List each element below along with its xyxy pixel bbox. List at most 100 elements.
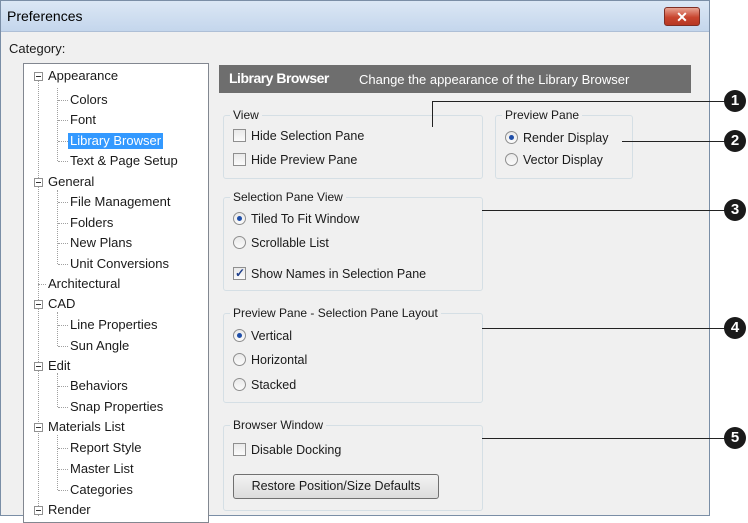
tree-connector (58, 202, 68, 203)
tree-item-line-properties[interactable]: Line Properties (70, 317, 157, 333)
category-tree[interactable]: Appearance Colors Font Library Browser T… (23, 63, 209, 523)
radio-unselected[interactable] (233, 378, 246, 391)
tree-item-architectural[interactable]: Architectural (48, 276, 120, 292)
tree-connector (58, 243, 68, 244)
preview-pane-group-label: Preview Pane (502, 108, 583, 122)
collapse-icon[interactable] (34, 178, 43, 187)
tree-connector (57, 435, 58, 490)
tree-item-font[interactable]: Font (70, 112, 96, 128)
restore-defaults-button[interactable]: Restore Position/Size Defaults (233, 474, 439, 499)
tree-item-appearance[interactable]: Appearance (48, 68, 118, 84)
radio-selected[interactable] (233, 329, 246, 342)
tree-connector (38, 284, 46, 285)
tree-item-materials-list[interactable]: Materials List (48, 419, 125, 435)
tree-item-new-plans[interactable]: New Plans (70, 235, 132, 251)
browser-window-label: Browser Window (230, 418, 327, 432)
tiled-radio[interactable]: Tiled To Fit Window (233, 211, 359, 227)
tree-item-file-management[interactable]: File Management (70, 194, 170, 210)
tree-item-text-page-setup[interactable]: Text & Page Setup (70, 153, 178, 169)
callout-line (482, 438, 728, 439)
tree-connector (58, 223, 68, 224)
collapse-icon[interactable] (34, 362, 43, 371)
tree-item-colors[interactable]: Colors (70, 92, 108, 108)
tree-item-library-browser[interactable]: Library Browser (68, 133, 164, 149)
callout-line (432, 101, 433, 127)
view-group-label: View (230, 108, 262, 122)
tree-item-behaviors[interactable]: Behaviors (70, 378, 128, 394)
close-button[interactable]: ✕ (664, 7, 700, 26)
radio-unselected[interactable] (233, 236, 246, 249)
vector-display-label: Vector Display (523, 153, 603, 167)
hide-preview-pane-checkbox[interactable]: Hide Preview Pane (233, 152, 357, 168)
title-bar[interactable]: Preferences ✕ (1, 1, 709, 32)
preview-pane-group: Preview Pane (495, 108, 633, 179)
collapse-icon[interactable] (34, 72, 43, 81)
checkbox-checked[interactable] (233, 265, 246, 281)
scrollable-list-radio[interactable]: Scrollable List (233, 235, 329, 251)
show-names-label: Show Names in Selection Pane (251, 267, 427, 281)
radio-unselected[interactable] (505, 153, 518, 166)
tree-connector (58, 490, 68, 491)
horizontal-radio[interactable]: Horizontal (233, 352, 307, 368)
tree-item-edit[interactable]: Edit (48, 358, 70, 374)
radio-selected[interactable] (233, 212, 246, 225)
disable-docking-checkbox[interactable]: Disable Docking (233, 442, 341, 458)
callout-1: 1 (724, 90, 746, 112)
tree-item-general[interactable]: General (48, 174, 94, 190)
tree-connector (58, 120, 68, 121)
radio-selected[interactable] (505, 131, 518, 144)
callout-line (482, 328, 728, 329)
tree-connector (58, 161, 68, 162)
tree-item-report-style[interactable]: Report Style (70, 440, 142, 456)
tree-item-master-list[interactable]: Master List (70, 461, 134, 477)
tree-item-categories[interactable]: Categories (70, 482, 133, 498)
disable-docking-label: Disable Docking (251, 443, 342, 457)
stacked-radio[interactable]: Stacked (233, 377, 296, 393)
show-names-checkbox[interactable]: Show Names in Selection Pane (233, 265, 427, 282)
tree-connector (58, 407, 68, 408)
checkbox-box[interactable] (233, 129, 246, 142)
hide-selection-pane-checkbox[interactable]: Hide Selection Pane (233, 128, 364, 144)
tree-item-folders[interactable]: Folders (70, 215, 113, 231)
callout-3: 3 (724, 199, 746, 221)
vertical-label: Vertical (251, 329, 292, 343)
tree-connector (58, 264, 68, 265)
tree-connector (57, 312, 58, 346)
panel-subtitle: Change the appearance of the Library Bro… (359, 72, 630, 87)
callout-line (432, 101, 728, 102)
stacked-label: Stacked (251, 378, 297, 392)
callout-5: 5 (724, 427, 746, 449)
render-display-radio[interactable]: Render Display (505, 130, 608, 146)
layout-group-label: Preview Pane - Selection Pane Layout (230, 306, 441, 320)
callout-2: 2 (724, 130, 746, 152)
tree-connector (58, 141, 68, 142)
hide-selection-pane-label: Hide Selection Pane (251, 129, 365, 143)
collapse-icon[interactable] (34, 300, 43, 309)
callout-line (482, 210, 728, 211)
close-icon: ✕ (676, 9, 688, 25)
tree-item-unit-conversions[interactable]: Unit Conversions (70, 256, 169, 272)
tree-item-snap-properties[interactable]: Snap Properties (70, 399, 163, 415)
collapse-icon[interactable] (34, 423, 43, 432)
tree-connector (38, 76, 39, 516)
window-title: Preferences (7, 8, 83, 24)
collapse-icon[interactable] (34, 506, 43, 515)
panel-header: Library Browser Change the appearance of… (219, 65, 691, 93)
tree-connector (58, 346, 68, 347)
tree-connector (57, 373, 58, 407)
panel-title: Library Browser (229, 70, 329, 86)
checkbox-box[interactable] (233, 443, 246, 456)
tree-item-sun-angle[interactable]: Sun Angle (70, 338, 129, 354)
checkbox-box[interactable] (233, 153, 246, 166)
tree-connector (58, 386, 68, 387)
hide-preview-pane-label: Hide Preview Pane (251, 153, 358, 167)
callout-4: 4 (724, 317, 746, 339)
selection-pane-view-label: Selection Pane View (230, 190, 346, 204)
tree-connector (58, 100, 68, 101)
tree-connector (58, 469, 68, 470)
tree-item-cad[interactable]: CAD (48, 296, 75, 312)
vertical-radio[interactable]: Vertical (233, 328, 292, 344)
radio-unselected[interactable] (233, 353, 246, 366)
horizontal-label: Horizontal (251, 353, 308, 367)
vector-display-radio[interactable]: Vector Display (505, 152, 603, 168)
